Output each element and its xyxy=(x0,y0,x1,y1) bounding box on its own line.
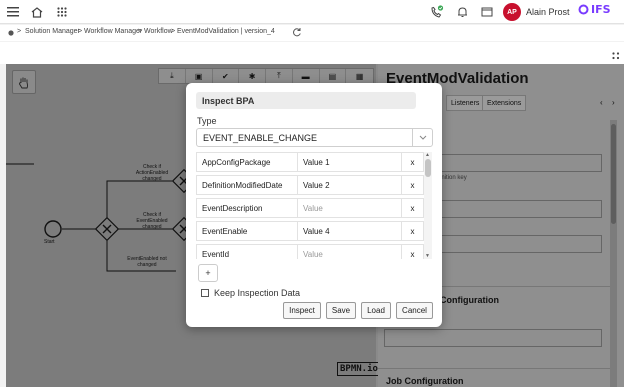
user-name[interactable]: Alain Prost xyxy=(526,7,570,17)
type-select-value: EVENT_ENABLE_CHANGE xyxy=(203,133,318,143)
breadcrumb-dot-icon xyxy=(8,30,14,36)
inspect-button[interactable]: Inspect xyxy=(283,302,321,319)
breadcrumb-item-workflow-manager[interactable]: Workflow Manager xyxy=(84,28,142,35)
rows-scrollbar-thumb[interactable] xyxy=(425,159,431,177)
inspection-data-list: AppConfigPackage Value 1 x DefinitionMod… xyxy=(196,152,424,259)
phone-status-icon[interactable] xyxy=(428,3,446,21)
remove-row-button[interactable]: x xyxy=(401,245,423,259)
section-divider xyxy=(378,368,616,369)
grid-dots-icon[interactable] xyxy=(612,52,620,60)
section-configuration-title[interactable]: Configuration xyxy=(440,295,499,305)
inbox-icon[interactable] xyxy=(478,3,496,21)
edge-label: Check if EventEnabled changed xyxy=(136,212,168,230)
type-select[interactable]: EVENT_ENABLE_CHANGE xyxy=(196,128,433,147)
keep-inspection-data-option: Keep Inspection Data xyxy=(201,288,300,298)
breadcrumb: > Solution Manager > Workflow Manager > … xyxy=(0,25,624,41)
ifs-logo: IFS xyxy=(578,3,611,16)
data-row: DefinitionModifiedDate Value 2 x xyxy=(196,175,424,195)
toolbar-strip xyxy=(0,42,624,64)
notification-bell-icon[interactable] xyxy=(453,3,471,21)
tab-listeners[interactable]: Listeners xyxy=(446,95,485,111)
tab-prev-icon[interactable]: ‹ xyxy=(600,98,603,107)
start-label: Start xyxy=(44,239,55,245)
save-button[interactable]: Save xyxy=(326,302,356,319)
scroll-up-icon[interactable]: ▲ xyxy=(425,152,430,158)
scroll-down-icon[interactable]: ▼ xyxy=(425,253,430,259)
top-header: AP Alain Prost IFS xyxy=(0,0,624,24)
data-key: DefinitionModifiedDate xyxy=(197,176,298,194)
config-field[interactable] xyxy=(384,329,602,347)
dialog-title: Inspect BPA xyxy=(196,92,416,109)
inspect-bpa-dialog: Inspect BPA Type EVENT_ENABLE_CHANGE App… xyxy=(186,83,442,327)
home-icon[interactable] xyxy=(28,3,46,21)
remove-row-button[interactable]: x xyxy=(401,222,423,240)
data-value-input[interactable]: Value xyxy=(298,199,401,217)
data-value-input[interactable]: Value xyxy=(298,245,401,259)
ifs-logo-mark-icon xyxy=(578,4,589,15)
tab-next-icon[interactable]: › xyxy=(612,98,615,107)
breadcrumb-separator: > xyxy=(78,28,83,35)
data-key: EventId xyxy=(197,245,298,259)
data-row: EventEnable Value 4 x xyxy=(196,221,424,241)
keep-inspection-data-label[interactable]: Keep Inspection Data xyxy=(214,288,300,298)
bpmn-io-watermark: BPMN.io xyxy=(337,362,381,376)
remove-row-button[interactable]: x xyxy=(401,176,423,194)
hamburger-menu-icon[interactable] xyxy=(4,3,22,21)
edge-label: Check if ActionEnabled changed xyxy=(135,164,169,182)
tab-extensions[interactable]: Extensions xyxy=(482,95,527,111)
keep-inspection-data-checkbox[interactable] xyxy=(201,289,209,297)
data-key: EventDescription xyxy=(197,199,298,217)
start-event[interactable] xyxy=(44,220,62,238)
breadcrumb-separator: > xyxy=(138,28,143,35)
breadcrumb-item-workflow[interactable]: Workflow xyxy=(144,28,173,35)
data-key: EventEnable xyxy=(197,222,298,240)
remove-row-button[interactable]: x xyxy=(401,153,423,171)
data-row: EventDescription Value x xyxy=(196,198,424,218)
breadcrumb-separator: > xyxy=(171,28,176,35)
section-job-configuration-title[interactable]: Job Configuration xyxy=(386,376,464,386)
data-row: AppConfigPackage Value 1 x xyxy=(196,152,424,172)
app-grid-icon[interactable] xyxy=(53,3,71,21)
data-value-input[interactable]: Value 4 xyxy=(298,222,401,240)
edge-label: EventEnabled not changed xyxy=(127,256,167,268)
properties-scrollbar-thumb[interactable] xyxy=(611,124,616,224)
type-label: Type xyxy=(197,116,217,126)
cancel-button[interactable]: Cancel xyxy=(396,302,433,319)
chevron-down-icon[interactable] xyxy=(412,129,432,146)
breadcrumb-item-solution-manager[interactable]: Solution Manager xyxy=(25,28,80,35)
refresh-icon[interactable] xyxy=(292,27,302,37)
logo-text: IFS xyxy=(591,3,611,16)
data-key: AppConfigPackage xyxy=(197,153,298,171)
add-row-button[interactable]: + xyxy=(198,264,218,282)
user-avatar[interactable]: AP xyxy=(503,3,521,21)
data-row: EventId Value x xyxy=(196,244,424,259)
remove-row-button[interactable]: x xyxy=(401,199,423,217)
data-value-input[interactable]: Value 1 xyxy=(298,153,401,171)
breadcrumb-item-current: EventModValidation | version_4 xyxy=(177,28,275,35)
breadcrumb-separator: > xyxy=(17,28,22,35)
data-value-input[interactable]: Value 2 xyxy=(298,176,401,194)
load-button[interactable]: Load xyxy=(361,302,391,319)
